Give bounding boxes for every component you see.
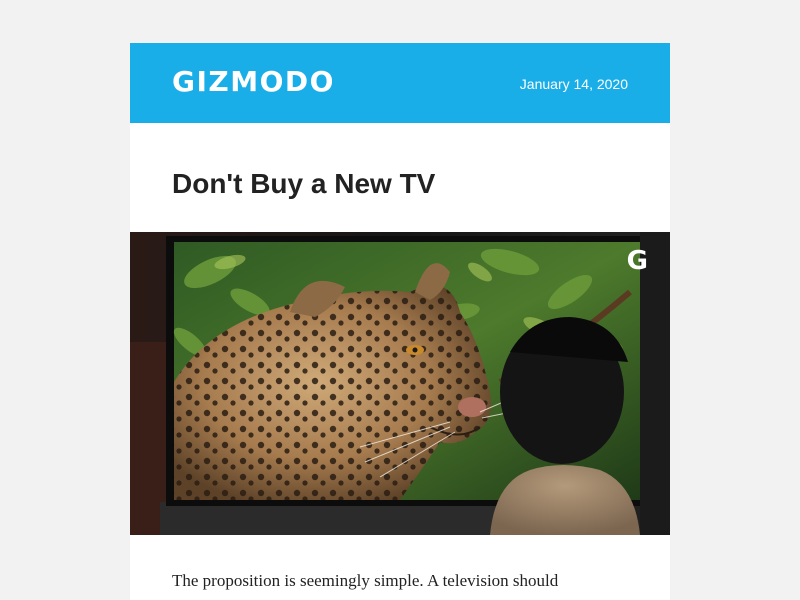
gizmodo-g-badge: G bbox=[626, 246, 648, 276]
gizmodo-logo[interactable]: GIZMODO bbox=[172, 65, 335, 99]
article-body-text: The proposition is seemingly simple. A t… bbox=[172, 571, 559, 590]
tv-leopard-photo-icon bbox=[130, 232, 670, 535]
issue-date: January 14, 2020 bbox=[519, 76, 628, 92]
email-header: GIZMODO January 14, 2020 bbox=[130, 43, 670, 123]
article-title[interactable]: Don't Buy a New TV bbox=[172, 167, 435, 201]
hero-image[interactable]: G bbox=[130, 232, 670, 535]
email-container: GIZMODO January 14, 2020 Don't Buy a New… bbox=[130, 43, 670, 600]
